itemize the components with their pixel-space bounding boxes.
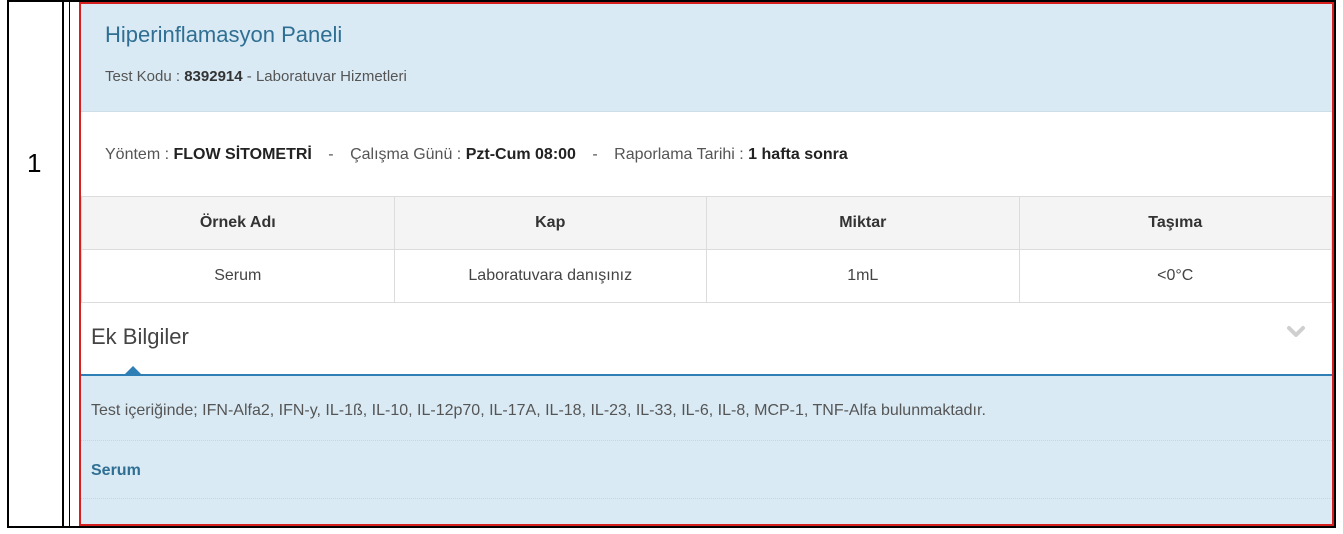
report-date-label: Raporlama Tarihi : (614, 146, 744, 163)
work-day-label: Çalışma Günü : (350, 146, 462, 163)
method-info-line: Yöntem : FLOW SİTOMETRİ - Çalışma Günü :… (105, 146, 848, 164)
sample-table: Örnek Adı Kap Miktar Taşıma Serum Labora… (81, 196, 1332, 303)
panel-header: Hiperinflamasyon Paneli Test Kodu : 8392… (81, 4, 1332, 112)
column-header-sample-name: Örnek Adı (81, 196, 395, 250)
test-content-text: Test içeriğinde; IFN-Alfa2, IFN-y, IL-1ß… (91, 402, 986, 419)
row-number: 1 (27, 148, 42, 178)
cell-container: Laboratuvara danışınız (393, 249, 707, 303)
test-panel: Hiperinflamasyon Paneli Test Kodu : 8392… (79, 2, 1334, 526)
chevron-down-icon[interactable] (1286, 322, 1306, 342)
work-day-value: Pzt-Cum 08:00 (465, 146, 576, 163)
divider (81, 498, 1332, 499)
separator: - (592, 146, 598, 163)
divider (81, 440, 1332, 441)
column-header-transport: Taşıma (1018, 196, 1332, 250)
table-header-row: Örnek Adı Kap Miktar Taşıma (81, 196, 1332, 250)
column-header-container: Kap (393, 196, 707, 250)
test-code-line: Test Kodu : 8392914 - Laboratuvar Hizmet… (105, 68, 407, 85)
panel-title[interactable]: Hiperinflamasyon Paneli (105, 22, 342, 48)
row-number-cell: 1 (9, 2, 64, 526)
extra-info-panel: Test içeriğinde; IFN-Alfa2, IFN-y, IL-1ß… (81, 374, 1332, 524)
method-label: Yöntem : (105, 146, 170, 163)
extra-info-toggle[interactable]: Ek Bilgiler (91, 324, 189, 350)
table-row: Serum Laboratuvara danışınız 1mL <0°C (81, 249, 1332, 303)
outer-table: 1 Hiperinflamasyon Paneli Test Kodu : 83… (7, 0, 1336, 528)
column-header-amount: Miktar (706, 196, 1020, 250)
department-label: - Laboratuvar Hizmetleri (246, 68, 407, 85)
cell-transport: <0°C (1018, 249, 1332, 303)
tab-pointer (125, 366, 141, 374)
report-date-value: 1 hafta sonra (748, 146, 848, 163)
cell-amount: 1mL (706, 249, 1020, 303)
cell-sample-name: Serum (81, 249, 395, 303)
divider-line (69, 2, 70, 526)
separator: - (328, 146, 334, 163)
sample-type-label: Serum (91, 462, 141, 479)
test-code-label: Test Kodu : (105, 68, 181, 85)
test-code-value: 8392914 (184, 68, 243, 85)
method-value: FLOW SİTOMETRİ (173, 146, 312, 163)
